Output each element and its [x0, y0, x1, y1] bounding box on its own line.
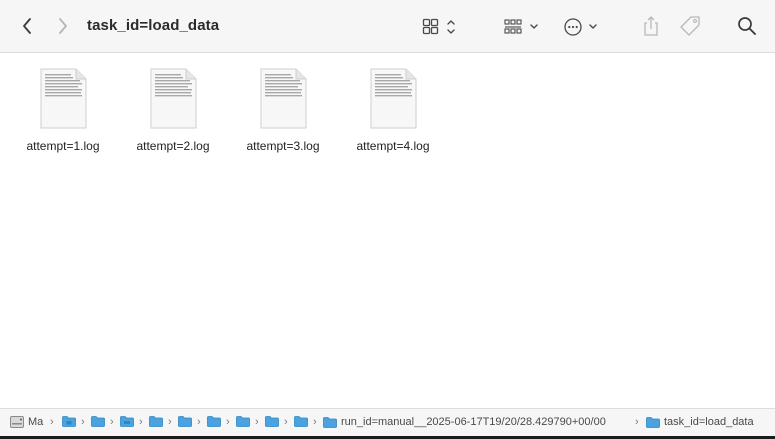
action-button[interactable]: [562, 16, 602, 38]
folder-icon: [207, 416, 221, 427]
folder-icon: [323, 416, 337, 428]
share-icon: [644, 16, 658, 36]
file-grid: attempt=1.log attempt=2.log attempt=3.lo…: [0, 53, 775, 408]
folder-icon: [91, 416, 105, 427]
path-separator: ›: [139, 416, 143, 428]
folder-icon: [294, 416, 308, 427]
path-separator: ›: [284, 416, 288, 428]
file-name: attempt=1.log: [26, 139, 100, 153]
finder-window: task_id=load_data attempt=1.log attempt=…: [0, 0, 775, 439]
path-separator: ›: [110, 416, 114, 428]
file-item[interactable]: attempt=3.log: [238, 68, 328, 158]
path-crumb-folder[interactable]: [91, 416, 105, 427]
path-crumb-disk[interactable]: Ma: [10, 416, 43, 428]
ellipsis-circle-icon: [564, 18, 597, 36]
folder-icon: [120, 416, 134, 427]
document-icon: [150, 68, 197, 129]
path-separator: ›: [81, 416, 85, 428]
search-icon: [738, 17, 756, 35]
file-item[interactable]: attempt=4.log: [348, 68, 438, 158]
path-separator: ›: [50, 416, 54, 428]
path-crumb-folder[interactable]: [265, 416, 279, 427]
hard-disk-icon: [10, 416, 24, 428]
path-crumb-run-label: run_id=manual__2025-06-17T19/20/28.42979…: [341, 416, 606, 428]
path-crumb-folder[interactable]: [294, 416, 308, 427]
view-mode-button[interactable]: [420, 16, 460, 38]
folder-icon: [62, 416, 76, 427]
path-crumb-folder[interactable]: [120, 416, 134, 427]
tag-button[interactable]: [678, 14, 702, 38]
path-crumb-task[interactable]: task_id=load_data: [646, 416, 754, 428]
folder-icon: [178, 416, 192, 427]
path-crumb-run[interactable]: run_id=manual__2025-06-17T19/20/28.42979…: [323, 416, 606, 428]
path-crumb-disk-label: Ma: [28, 416, 44, 428]
group-button[interactable]: [502, 16, 542, 38]
grid-view-icon: [422, 18, 455, 35]
document-icon: [370, 68, 417, 129]
folder-icon: [646, 416, 660, 428]
toolbar: task_id=load_data: [0, 0, 775, 53]
document-icon: [40, 68, 87, 129]
path-separator: ›: [168, 416, 172, 428]
path-crumb-task-label: task_id=load_data: [664, 416, 754, 428]
file-name: attempt=3.log: [246, 139, 320, 153]
window-title: task_id=load_data: [87, 17, 220, 34]
path-crumb-folder[interactable]: [236, 416, 250, 427]
document-icon: [260, 68, 307, 129]
path-separator: ›: [313, 416, 317, 428]
path-separator: ›: [226, 416, 230, 428]
file-name: attempt=4.log: [356, 139, 430, 153]
tag-icon: [680, 16, 700, 36]
share-button[interactable]: [640, 14, 662, 38]
path-crumb-folder[interactable]: [178, 416, 192, 427]
group-icon: [504, 19, 538, 34]
file-item[interactable]: attempt=2.log: [128, 68, 218, 158]
file-name: attempt=2.log: [136, 139, 210, 153]
path-crumb-folder[interactable]: [62, 416, 76, 427]
path-bar: Ma › › › › › › › › › › run_id=manual__20…: [0, 408, 775, 436]
chevron-left-icon: [23, 18, 31, 34]
path-separator: ›: [197, 416, 201, 428]
file-item[interactable]: attempt=1.log: [18, 68, 108, 158]
path-crumb-folder[interactable]: [207, 416, 221, 427]
forward-button[interactable]: [54, 15, 72, 37]
back-button[interactable]: [18, 15, 36, 37]
chevron-right-icon: [59, 18, 67, 34]
folder-icon: [265, 416, 279, 427]
search-button[interactable]: [736, 15, 758, 37]
path-separator: ›: [255, 416, 259, 428]
folder-icon: [236, 416, 250, 427]
path-separator: ›: [635, 416, 639, 428]
folder-icon: [149, 416, 163, 427]
path-crumb-folder[interactable]: [149, 416, 163, 427]
